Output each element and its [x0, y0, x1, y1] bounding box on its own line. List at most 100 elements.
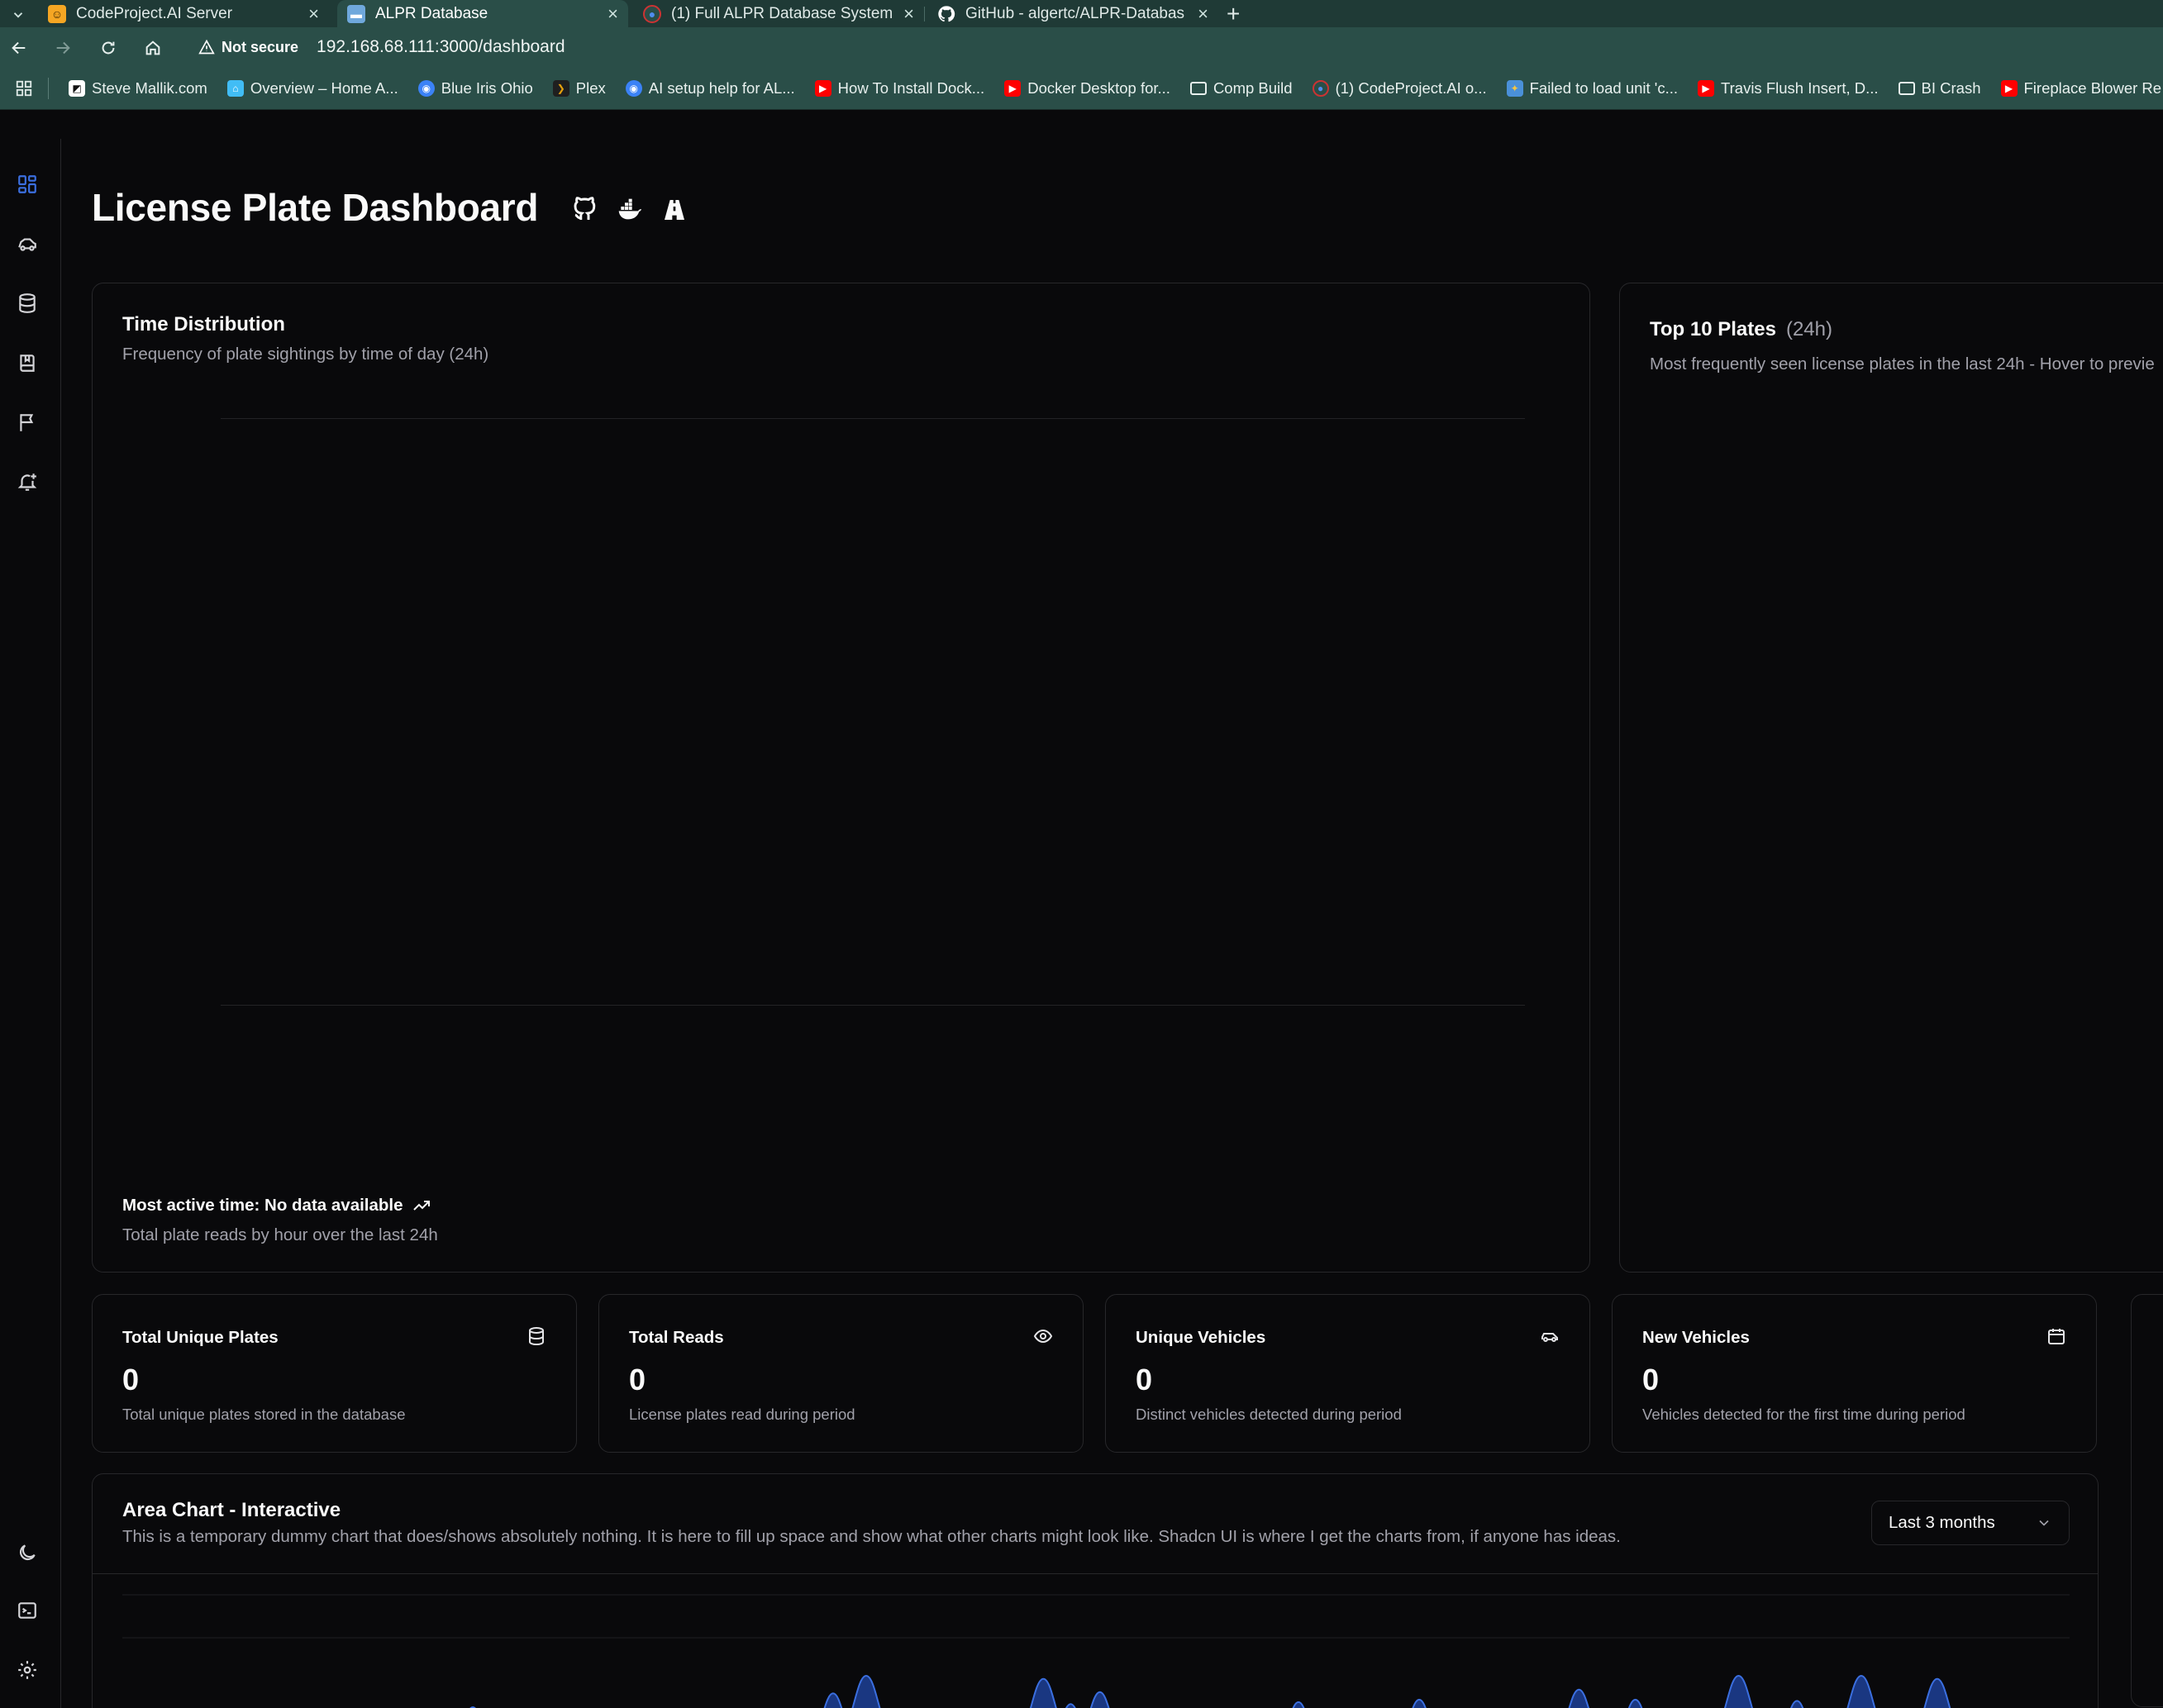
bookmark-item[interactable]: ◉ AI setup help for AL...	[616, 79, 805, 98]
bookmark-item[interactable]: Comp Build	[1180, 79, 1303, 98]
bookmark-item[interactable]: ◩ Steve Mallik.com	[59, 79, 217, 98]
area-chart-peak	[1292, 1701, 1305, 1708]
stat-description: License plates read during period	[629, 1406, 855, 1423]
bookmark-item[interactable]: ⌂ Overview – Home A...	[217, 79, 408, 98]
omnibox[interactable]: Not secure 192.168.68.111:3000/dashboard	[187, 32, 2163, 62]
dashboard-grid-icon[interactable]	[17, 174, 38, 195]
bell-plus-icon[interactable]	[17, 471, 38, 492]
terminal-logs-icon[interactable]	[17, 1600, 38, 1621]
stat-card-unique-vehicles: Unique Vehicles 0 Distinct vehicles dete…	[1105, 1294, 1590, 1453]
home-icon[interactable]	[141, 36, 165, 60]
road-icon[interactable]	[661, 197, 688, 223]
time-distribution-footer: Total plate reads by hour over the last …	[122, 1225, 438, 1244]
bookmark-item[interactable]: ● (1) CodeProject.AI o...	[1303, 79, 1497, 98]
stat-value: 0	[1136, 1363, 1153, 1396]
bookmark-item[interactable]: ▶ How To Install Dock...	[805, 79, 995, 98]
bookmark-label: Steve Mallik.com	[92, 79, 207, 97]
bookmark-item[interactable]: ✦ Failed to load unit 'c...	[1497, 79, 1688, 98]
area-chart-description: This is a temporary dummy chart that doe…	[122, 1527, 1621, 1546]
stat-value: 0	[1642, 1363, 1660, 1396]
book-icon[interactable]	[17, 352, 38, 373]
tab-close-icon[interactable]: ×	[308, 3, 319, 25]
app-sidebar	[0, 139, 61, 1708]
bookmark-item[interactable]: ▶ Fireplace Blower Re	[1991, 79, 2163, 98]
trending-up-icon	[412, 1201, 430, 1211]
browser-tab-github[interactable]: GitHub - algertc/ALPR-Databas ×	[927, 0, 1218, 27]
back-arrow-icon[interactable]	[7, 36, 31, 60]
stat-value: 0	[122, 1363, 140, 1396]
codeproject-favicon-icon: ☺	[48, 4, 66, 23]
tab-label: ALPR Database	[375, 4, 488, 22]
browser-tab-alpr-database[interactable]: ▬ ALPR Database ×	[337, 0, 628, 27]
area-chart-title: Area Chart - Interactive	[122, 1499, 341, 1521]
area-chart-peak	[1568, 1688, 1590, 1708]
car-icon	[1540, 1326, 1560, 1346]
settings-gear-icon[interactable]	[17, 1659, 38, 1681]
bookmark-label: BI Crash	[1921, 79, 1981, 97]
car-plate-reads-icon[interactable]	[17, 233, 38, 255]
area-chart-plot	[122, 1594, 2070, 1708]
time-range-value: Last 3 months	[1889, 1513, 1995, 1532]
bookmarks-bar: ◩ Steve Mallik.com ⌂ Overview – Home A... …	[0, 67, 2163, 110]
stat-value: 0	[629, 1363, 646, 1396]
browser-tab-alpr-system[interactable]: ● (1) Full ALPR Database System f ×	[633, 0, 924, 27]
database-icon	[526, 1326, 546, 1346]
stat-description: Vehicles detected for the first time dur…	[1642, 1406, 1965, 1423]
area-chart-card: Area Chart - Interactive This is a tempo…	[92, 1473, 2099, 1708]
bookmark-label: Blue Iris Ohio	[441, 79, 533, 97]
flag-icon[interactable]	[17, 412, 38, 433]
site-icon: ✦	[1506, 79, 1523, 97]
browser-address-bar: Not secure 192.168.68.111:3000/dashboard	[0, 27, 2163, 67]
top-plates-description: Most frequently seen license plates in t…	[1650, 354, 2155, 373]
blue-iris-icon: ◉	[417, 79, 435, 97]
bookmark-label: (1) CodeProject.AI o...	[1335, 79, 1487, 97]
bookmarks-divider	[48, 77, 49, 99]
bookmark-item[interactable]: ◉ Blue Iris Ohio	[408, 79, 543, 98]
area-chart-peak	[1089, 1691, 1110, 1708]
tab-close-icon[interactable]: ×	[903, 3, 914, 25]
blue-iris-icon: ◉	[625, 79, 642, 97]
chart-grid-line-bottom	[221, 1005, 1525, 1006]
stat-title: Total Reads	[629, 1328, 724, 1347]
bookmark-label: Comp Build	[1213, 79, 1293, 97]
bookmark-label: AI setup help for AL...	[648, 79, 795, 97]
tab-close-icon[interactable]: ×	[1198, 3, 1208, 25]
forward-arrow-icon[interactable]	[50, 36, 75, 60]
most-active-time-text: Most active time: No data available	[122, 1196, 403, 1215]
docker-icon[interactable]	[617, 197, 643, 223]
security-indicator[interactable]: Not secure	[187, 33, 310, 61]
new-tab-plus-icon[interactable]: +	[1227, 0, 1240, 27]
title-links	[572, 197, 688, 223]
url-text[interactable]: 192.168.68.111:3000/dashboard	[317, 37, 565, 57]
time-distribution-description: Frequency of plate sightings by time of …	[122, 345, 489, 364]
tab-label: (1) Full ALPR Database System f	[671, 4, 896, 22]
reload-icon[interactable]	[96, 36, 121, 60]
area-chart-divider	[93, 1573, 2098, 1574]
tab-close-icon[interactable]: ×	[607, 3, 618, 25]
area-chart-peak	[1923, 1677, 1951, 1708]
area-chart-peak	[1723, 1674, 1753, 1708]
bookmark-item[interactable]: ▶ Docker Desktop for...	[994, 79, 1180, 98]
home-assistant-icon: ⌂	[226, 79, 244, 97]
site-icon: ◩	[69, 79, 85, 97]
security-label: Not secure	[222, 38, 299, 55]
youtube-icon: ▶	[2000, 79, 2018, 97]
database-icon[interactable]	[17, 293, 38, 314]
bookmark-item[interactable]: ▶ Travis Flush Insert, D...	[1688, 79, 1889, 98]
time-distribution-title: Time Distribution	[122, 313, 285, 335]
browser-tab-bar: ☺ CodeProject.AI Server × ▬ ALPR Databas…	[0, 0, 2163, 27]
tab-search-chevron-icon[interactable]	[3, 2, 33, 27]
browser-tab-codeproject[interactable]: ☺ CodeProject.AI Server ×	[38, 0, 329, 27]
github-icon[interactable]	[572, 197, 598, 223]
bookmark-label: Fireplace Blower Re	[2023, 79, 2162, 97]
bookmark-label: Travis Flush Insert, D...	[1721, 79, 1879, 97]
github-favicon-icon	[937, 5, 955, 23]
bookmark-label: How To Install Dock...	[837, 79, 985, 97]
apps-grid-icon[interactable]	[0, 67, 48, 109]
time-range-select[interactable]: Last 3 months	[1871, 1501, 2070, 1545]
bookmark-item[interactable]: ❯ Plex	[543, 79, 616, 98]
moon-theme-icon[interactable]	[17, 1542, 38, 1563]
stat-card-new-vehicles: New Vehicles 0 Vehicles detected for the…	[1612, 1294, 2097, 1453]
chevron-down-icon	[2039, 1520, 2049, 1526]
bookmark-item[interactable]: BI Crash	[1889, 79, 1991, 98]
